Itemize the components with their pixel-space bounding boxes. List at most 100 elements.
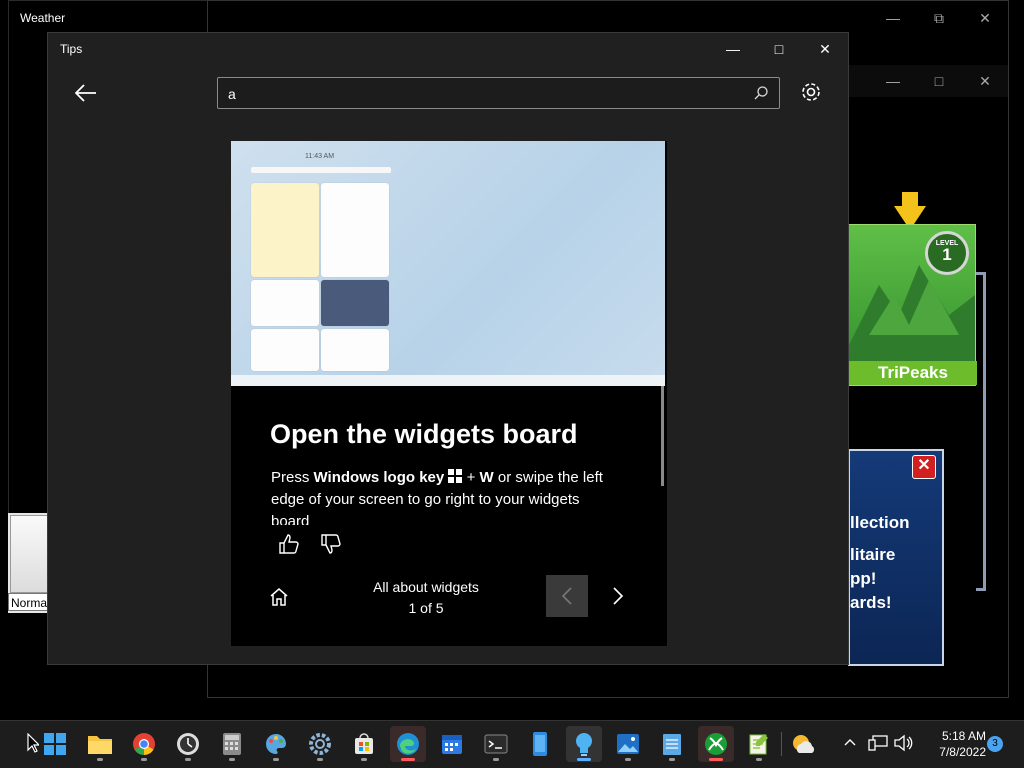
scrollbar-thumb[interactable] (661, 386, 664, 486)
chrome-icon (133, 733, 155, 755)
tray-date: 7/8/2022 (939, 745, 986, 759)
phone-link-button[interactable] (522, 726, 558, 762)
calendar-icon (442, 735, 462, 754)
chrome-button[interactable] (126, 726, 162, 762)
running-indicator (141, 758, 147, 761)
photos-button[interactable] (610, 726, 646, 762)
thumbs-up-button[interactable] (278, 533, 302, 557)
next-button[interactable] (597, 575, 639, 617)
notepadpp-button[interactable] (741, 726, 777, 762)
thumbs-up-icon (279, 534, 299, 554)
phone-icon (533, 732, 547, 756)
calendar-button[interactable] (434, 726, 470, 762)
speaker-icon (894, 734, 913, 752)
running-indicator (669, 758, 675, 761)
notepad-button[interactable] (654, 726, 690, 762)
minimize-icon[interactable]: — (870, 65, 916, 97)
maximize-icon[interactable]: □ (756, 33, 802, 65)
window-title: Tips (60, 42, 83, 56)
minimize-icon[interactable]: — (710, 33, 756, 65)
close-icon[interactable]: ✕ (962, 1, 1008, 35)
back-button[interactable] (72, 79, 100, 107)
popup-line: litaire (850, 545, 896, 564)
clock-button[interactable] (170, 726, 206, 762)
background-style-label: Norma (8, 593, 48, 611)
running-indicator (273, 758, 279, 761)
show-hidden-icons-button[interactable] (842, 734, 860, 752)
tips-taskbar-button[interactable] (566, 726, 602, 762)
preview-time: 11:43 AM (305, 153, 335, 160)
edge-button[interactable] (390, 726, 426, 762)
file-explorer-button[interactable] (82, 726, 118, 762)
tip-body-key: Windows logo key (313, 469, 445, 486)
tripeaks-tile[interactable]: LEVEL 1 TriPeaks (848, 224, 977, 386)
back-arrow-icon (75, 84, 96, 102)
search-icon[interactable] (753, 85, 769, 101)
close-icon[interactable]: ✕ (962, 65, 1008, 97)
folder-icon (88, 736, 112, 754)
preview-stocks-widget (251, 280, 319, 326)
running-indicator (709, 758, 723, 761)
network-icon (868, 735, 888, 751)
running-indicator (317, 758, 323, 761)
minimize-icon[interactable]: — (870, 1, 916, 35)
popup-close-icon[interactable]: ✕ (912, 455, 936, 479)
xbox-icon (705, 733, 727, 755)
preview-news-widget (321, 329, 389, 371)
notepadpp-icon (749, 734, 768, 755)
previous-button[interactable] (546, 575, 588, 617)
settings-icon (309, 733, 331, 755)
chevron-right-icon (613, 587, 624, 605)
running-indicator (756, 758, 762, 761)
notification-badge[interactable]: 3 (987, 736, 1003, 752)
widgets-board-preview: 11:43 AM (231, 141, 665, 386)
terminal-icon (484, 734, 508, 754)
popup-text: litaire pp! ards! (850, 543, 895, 615)
settings-taskbar-button[interactable] (302, 726, 338, 762)
tip-title: Open the widgets board (270, 419, 578, 449)
running-indicator (229, 758, 235, 761)
restore-icon[interactable]: ⧉ (916, 1, 962, 35)
preview-todo-widget (251, 329, 319, 371)
preview-search-bar (251, 167, 391, 173)
store-button[interactable] (346, 726, 382, 762)
paint-button[interactable] (258, 726, 294, 762)
solitaire-frame (976, 272, 986, 591)
lightbulb-icon (576, 733, 592, 756)
notepad-icon (663, 734, 681, 755)
thumbs-down-icon (321, 534, 341, 554)
tips-caption-buttons: — □ ✕ (710, 33, 848, 65)
running-indicator (361, 758, 367, 761)
running-indicator (577, 758, 591, 761)
home-icon (270, 588, 288, 606)
collection-caption: All about widgets 1 of 5 (353, 577, 499, 619)
settings-button[interactable] (798, 79, 826, 107)
solitaire-caption-buttons: — □ ✕ (870, 65, 1008, 97)
xbox-button[interactable] (698, 726, 734, 762)
tip-card: 11:43 AM Open the widgets board Press Wi… (231, 141, 667, 646)
calculator-button[interactable] (214, 726, 250, 762)
close-icon[interactable]: ✕ (802, 33, 848, 65)
running-indicator (401, 758, 415, 761)
search-input[interactable] (218, 78, 750, 110)
thumbs-down-button[interactable] (320, 533, 344, 557)
calculator-icon (223, 733, 241, 755)
store-icon (355, 733, 373, 754)
page-indicator: 1 of 5 (408, 600, 444, 616)
clock-tray[interactable]: 5:18 AM 7/8/2022 (922, 728, 986, 760)
preview-weather-widget (251, 183, 319, 277)
maximize-icon[interactable]: □ (916, 65, 962, 97)
windows-logo-icon (448, 469, 463, 483)
volume-button[interactable] (893, 734, 913, 757)
chevron-left-icon (561, 587, 572, 605)
mouse-cursor-icon (27, 733, 39, 753)
terminal-button[interactable] (478, 726, 514, 762)
weather-taskbar-button[interactable] (786, 726, 822, 762)
start-button[interactable] (37, 726, 73, 762)
photos-icon (617, 734, 639, 754)
home-button[interactable] (269, 587, 293, 611)
collection-title: All about widgets (373, 579, 479, 595)
background-left-panel: Norma (8, 513, 48, 613)
network-button[interactable] (868, 734, 888, 757)
search-box[interactable] (217, 77, 780, 110)
